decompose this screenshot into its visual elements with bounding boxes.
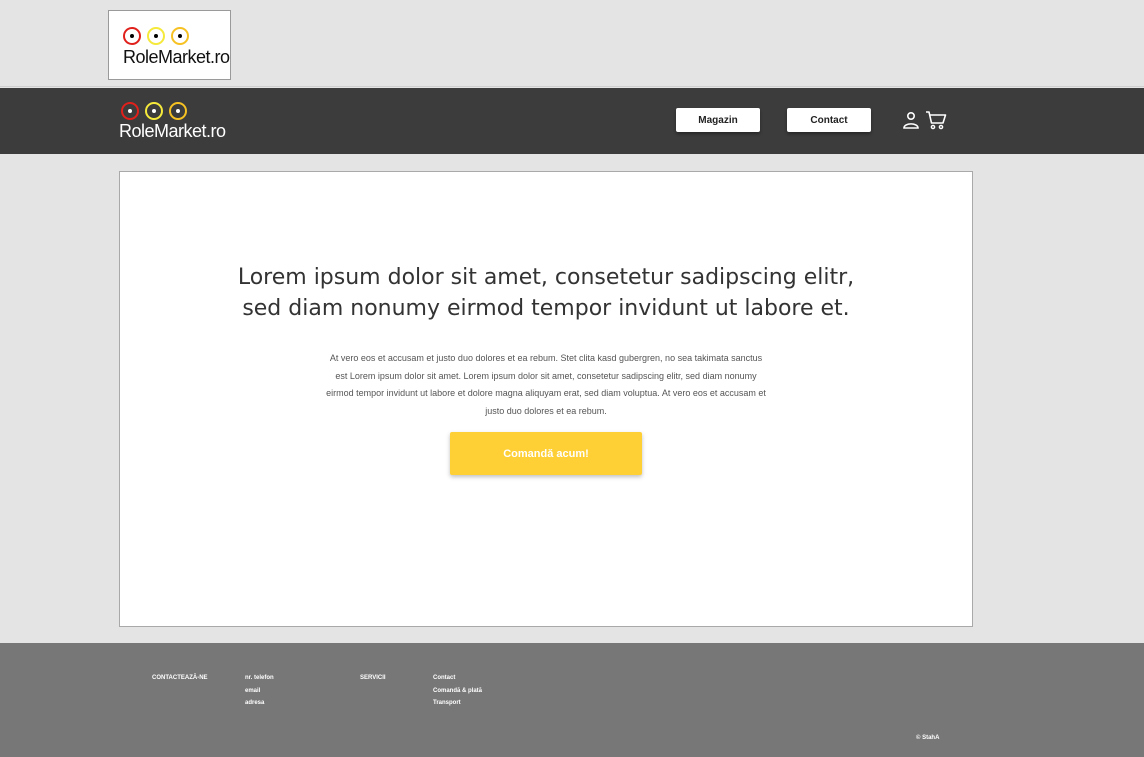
- footer: CONTACTEAZĂ-NE nr. telefon email adresa …: [0, 643, 1144, 757]
- footer-email-link[interactable]: email: [245, 685, 274, 698]
- footer-contact-heading: CONTACTEAZĂ-NE: [152, 675, 208, 681]
- user-icon[interactable]: [902, 111, 920, 129]
- logo-text: RoleMarket.ro: [123, 47, 230, 67]
- nav-logo-yellow-dot-icon: [145, 102, 163, 120]
- nav-logo-text: RoleMarket.ro: [119, 121, 226, 141]
- top-bar: RoleMarket.ro: [0, 0, 1144, 87]
- footer-contact-link[interactable]: Contact: [433, 672, 482, 685]
- footer-order-payment-link[interactable]: Comandă & plată: [433, 685, 482, 698]
- order-now-button[interactable]: Comandă acum!: [450, 432, 642, 475]
- logo-box[interactable]: RoleMarket.ro: [108, 10, 231, 80]
- nav-logo[interactable]: RoleMarket.ro: [119, 100, 229, 144]
- footer-transport-link[interactable]: Transport: [433, 697, 482, 710]
- cart-icon[interactable]: [925, 110, 947, 130]
- nav-logo-dots-icon: [121, 102, 193, 120]
- footer-services-heading: SERVICII: [360, 675, 386, 681]
- footer-services-list: Contact Comandă & plată Transport: [433, 672, 482, 710]
- contact-button[interactable]: Contact: [787, 108, 871, 132]
- logo-yellow-dot-icon: [147, 27, 165, 45]
- footer-contact-list: nr. telefon email adresa: [245, 672, 274, 710]
- footer-phone-link[interactable]: nr. telefon: [245, 672, 274, 685]
- logo-dots-icon: [123, 27, 195, 45]
- hero-body-text: At vero eos et accusam et justo duo dolo…: [326, 353, 766, 416]
- hero-headline: Lorem ipsum dolor sit amet, consetetur s…: [237, 265, 855, 321]
- footer-copyright: © StahA: [916, 735, 940, 741]
- magazin-button[interactable]: Magazin: [676, 108, 760, 132]
- logo-red-dot-icon: [123, 27, 141, 45]
- navbar: RoleMarket.ro Magazin Contact: [0, 88, 1144, 154]
- nav-logo-gold-dot-icon: [169, 102, 187, 120]
- logo-gold-dot-icon: [171, 27, 189, 45]
- nav-logo-red-dot-icon: [121, 102, 139, 120]
- footer-address-link[interactable]: adresa: [245, 697, 274, 710]
- hero-card: Lorem ipsum dolor sit amet, consetetur s…: [119, 171, 973, 627]
